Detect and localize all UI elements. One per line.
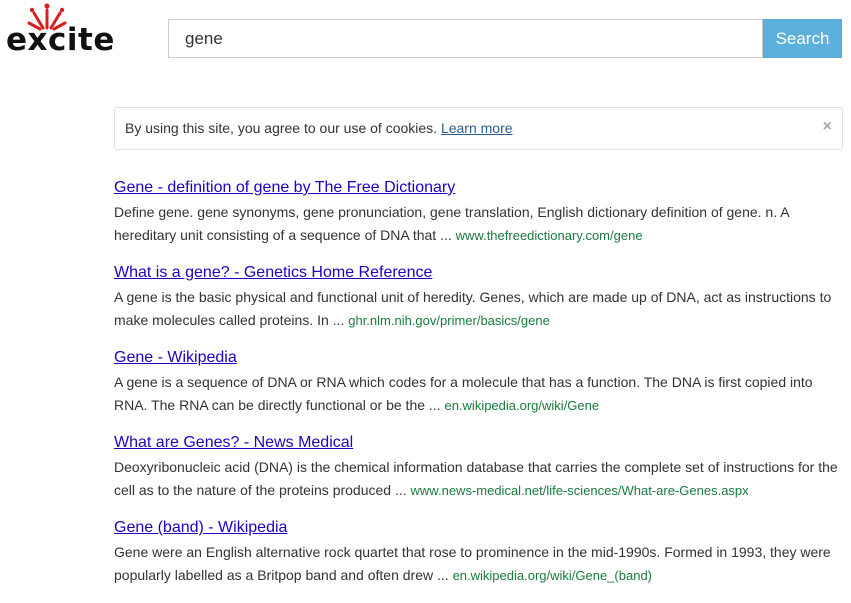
result-item: What are Genes? - News Medical Deoxyribo… <box>114 433 844 518</box>
excite-logo[interactable]: excite <box>6 2 140 60</box>
result-item: Gene - definition of gene by The Free Di… <box>114 178 844 263</box>
logo-wordmark: excite <box>6 22 115 58</box>
result-title-link[interactable]: What are Genes? - News Medical <box>114 433 353 453</box>
cookie-notice: By using this site, you agree to our use… <box>114 107 843 150</box>
result-item: Gene (band) - Wikipedia Gene were an Eng… <box>114 518 844 603</box>
search-button[interactable]: Search <box>763 19 842 58</box>
result-item: What is a gene? - Genetics Home Referenc… <box>114 263 844 348</box>
result-url[interactable]: www.news-medical.net/life-sciences/What-… <box>411 483 749 498</box>
learn-more-link[interactable]: Learn more <box>441 120 513 136</box>
result-snippet: A gene is the basic physical and functio… <box>114 286 844 332</box>
result-title-link[interactable]: Gene (band) - Wikipedia <box>114 518 287 538</box>
cookie-notice-text: By using this site, you agree to our use… <box>125 120 513 136</box>
cookie-notice-message: By using this site, you agree to our use… <box>125 120 438 136</box>
result-snippet: Gene were an English alternative rock qu… <box>114 541 844 587</box>
result-title-link[interactable]: Gene - Wikipedia <box>114 348 237 368</box>
result-url[interactable]: www.thefreedictionary.com/gene <box>456 228 643 243</box>
header: excite Search <box>0 0 851 80</box>
result-snippet: Deoxyribonucleic acid (DNA) is the chemi… <box>114 456 844 502</box>
result-snippet: Define gene. gene synonyms, gene pronunc… <box>114 201 844 247</box>
search-input[interactable] <box>168 19 763 58</box>
result-snippet-text: Define gene. gene synonyms, gene pronunc… <box>114 204 789 243</box>
result-title-link[interactable]: What is a gene? - Genetics Home Referenc… <box>114 263 432 283</box>
result-url[interactable]: en.wikipedia.org/wiki/Gene <box>444 398 599 413</box>
result-snippet: A gene is a sequence of DNA or RNA which… <box>114 371 844 417</box>
result-url[interactable]: ghr.nlm.nih.gov/primer/basics/gene <box>348 313 550 328</box>
result-title-link[interactable]: Gene - definition of gene by The Free Di… <box>114 178 455 198</box>
result-item: Gene - Wikipedia A gene is a sequence of… <box>114 348 844 433</box>
close-icon[interactable]: × <box>823 118 832 136</box>
result-url[interactable]: en.wikipedia.org/wiki/Gene_(band) <box>453 568 652 583</box>
search-results: Gene - definition of gene by The Free Di… <box>114 178 844 603</box>
